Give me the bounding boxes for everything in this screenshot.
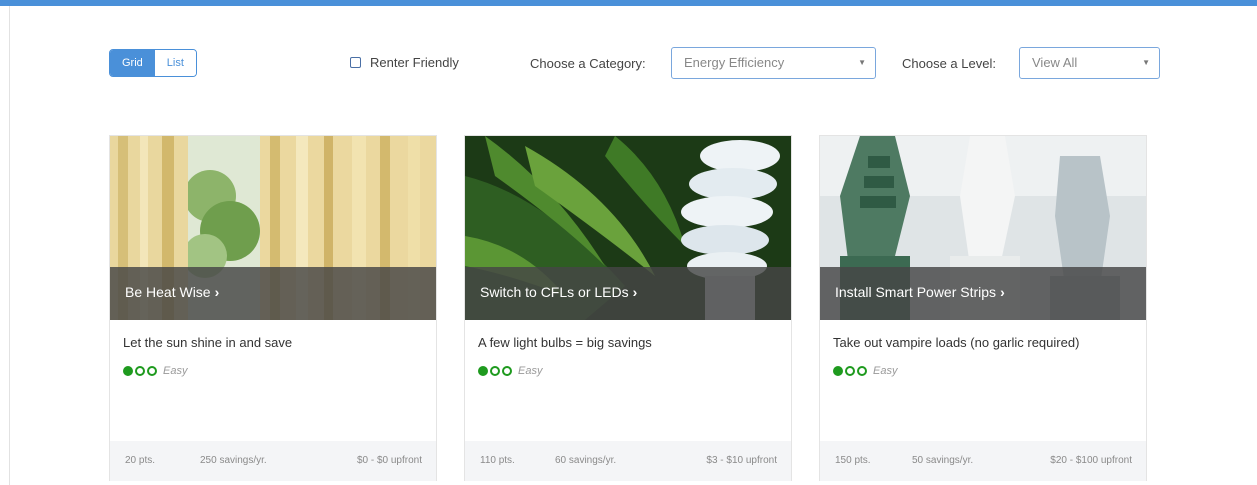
grid-view-button[interactable]: Grid	[110, 50, 155, 76]
difficulty-level: Easy	[833, 365, 897, 377]
left-border	[9, 6, 10, 485]
category-select[interactable]: Energy Efficiency ▼	[671, 47, 876, 79]
level-dot-filled-icon	[478, 366, 488, 376]
level-dot-filled-icon	[123, 366, 133, 376]
action-card[interactable]: Switch to CFLs or LEDs › A few light bulb…	[464, 135, 792, 481]
difficulty-level: Easy	[123, 365, 187, 377]
card-title-overlay: Switch to CFLs or LEDs ›	[465, 267, 791, 320]
card-title: Be Heat Wise	[125, 284, 211, 300]
action-card[interactable]: Be Heat Wise › Let the sun shine in and s…	[109, 135, 437, 481]
card-footer: 20 pts. 250 savings/yr. $0 - $0 upfront	[110, 441, 436, 481]
level-label: Choose a Level:	[902, 56, 996, 71]
top-accent-bar	[0, 0, 1257, 6]
view-toggle: Grid List	[109, 49, 197, 77]
level-select-value: View All	[1032, 55, 1078, 70]
level-dot-empty-icon	[857, 366, 867, 376]
level-text: Easy	[873, 365, 898, 377]
card-title-link[interactable]: Install Smart Power Strips ›	[835, 284, 1005, 300]
cfl-bulb-fern-image[interactable]: Switch to CFLs or LEDs ›	[465, 136, 791, 320]
difficulty-level: Easy	[478, 365, 542, 377]
card-title-overlay: Be Heat Wise ›	[110, 267, 436, 320]
category-label: Choose a Category:	[530, 56, 646, 71]
level-select[interactable]: View All ▼	[1019, 47, 1160, 79]
dropdown-arrow-icon: ▼	[858, 58, 866, 67]
dropdown-arrow-icon: ▼	[1142, 58, 1150, 67]
card-title-overlay: Install Smart Power Strips ›	[820, 267, 1146, 320]
level-dot-filled-icon	[833, 366, 843, 376]
renter-friendly-filter[interactable]: Renter Friendly	[350, 55, 459, 70]
upfront-cost: $3 - $10 upfront	[706, 455, 777, 466]
level-dot-empty-icon	[135, 366, 145, 376]
card-footer: 110 pts. 60 savings/yr. $3 - $10 upfront	[465, 441, 791, 481]
list-view-button[interactable]: List	[154, 50, 196, 76]
savings: 250 savings/yr.	[200, 455, 267, 466]
card-description: Take out vampire loads (no garlic requir…	[833, 335, 1080, 350]
card-title-link[interactable]: Be Heat Wise ›	[125, 284, 219, 300]
level-dot-empty-icon	[845, 366, 855, 376]
card-title: Switch to CFLs or LEDs	[480, 284, 629, 300]
chevron-right-icon: ›	[1000, 284, 1005, 300]
level-dot-empty-icon	[147, 366, 157, 376]
category-select-value: Energy Efficiency	[684, 55, 785, 70]
action-card[interactable]: Install Smart Power Strips › Take out vam…	[819, 135, 1147, 481]
upfront-cost: $0 - $0 upfront	[356, 455, 422, 466]
card-description: A few light bulbs = big savings	[478, 335, 652, 350]
card-title-link[interactable]: Switch to CFLs or LEDs ›	[480, 284, 637, 300]
level-text: Easy	[163, 365, 188, 377]
chevron-right-icon: ›	[632, 284, 638, 300]
upfront-cost: $20 - $100 upfront	[1050, 455, 1132, 466]
renter-friendly-checkbox[interactable]	[350, 57, 361, 68]
filter-toolbar: Grid List Renter Friendly Choose a Categ…	[109, 47, 1160, 79]
level-text: Easy	[518, 365, 543, 377]
level-dot-empty-icon	[502, 366, 512, 376]
points: 110 pts.	[480, 455, 515, 466]
points: 150 pts.	[835, 455, 871, 466]
card-title: Install Smart Power Strips	[835, 284, 997, 300]
points: 20 pts.	[125, 455, 156, 466]
card-description: Let the sun shine in and save	[123, 335, 293, 350]
level-dot-empty-icon	[490, 366, 500, 376]
curtains-window-image[interactable]: Be Heat Wise ›	[110, 136, 436, 320]
savings: 60 savings/yr.	[555, 455, 617, 466]
renter-friendly-label: Renter Friendly	[370, 55, 459, 70]
chevron-right-icon: ›	[214, 284, 220, 300]
savings: 50 savings/yr.	[912, 455, 974, 466]
power-plugs-image[interactable]: Install Smart Power Strips ›	[820, 136, 1146, 320]
card-footer: 150 pts. 50 savings/yr. $20 - $100 upfro…	[820, 441, 1146, 481]
